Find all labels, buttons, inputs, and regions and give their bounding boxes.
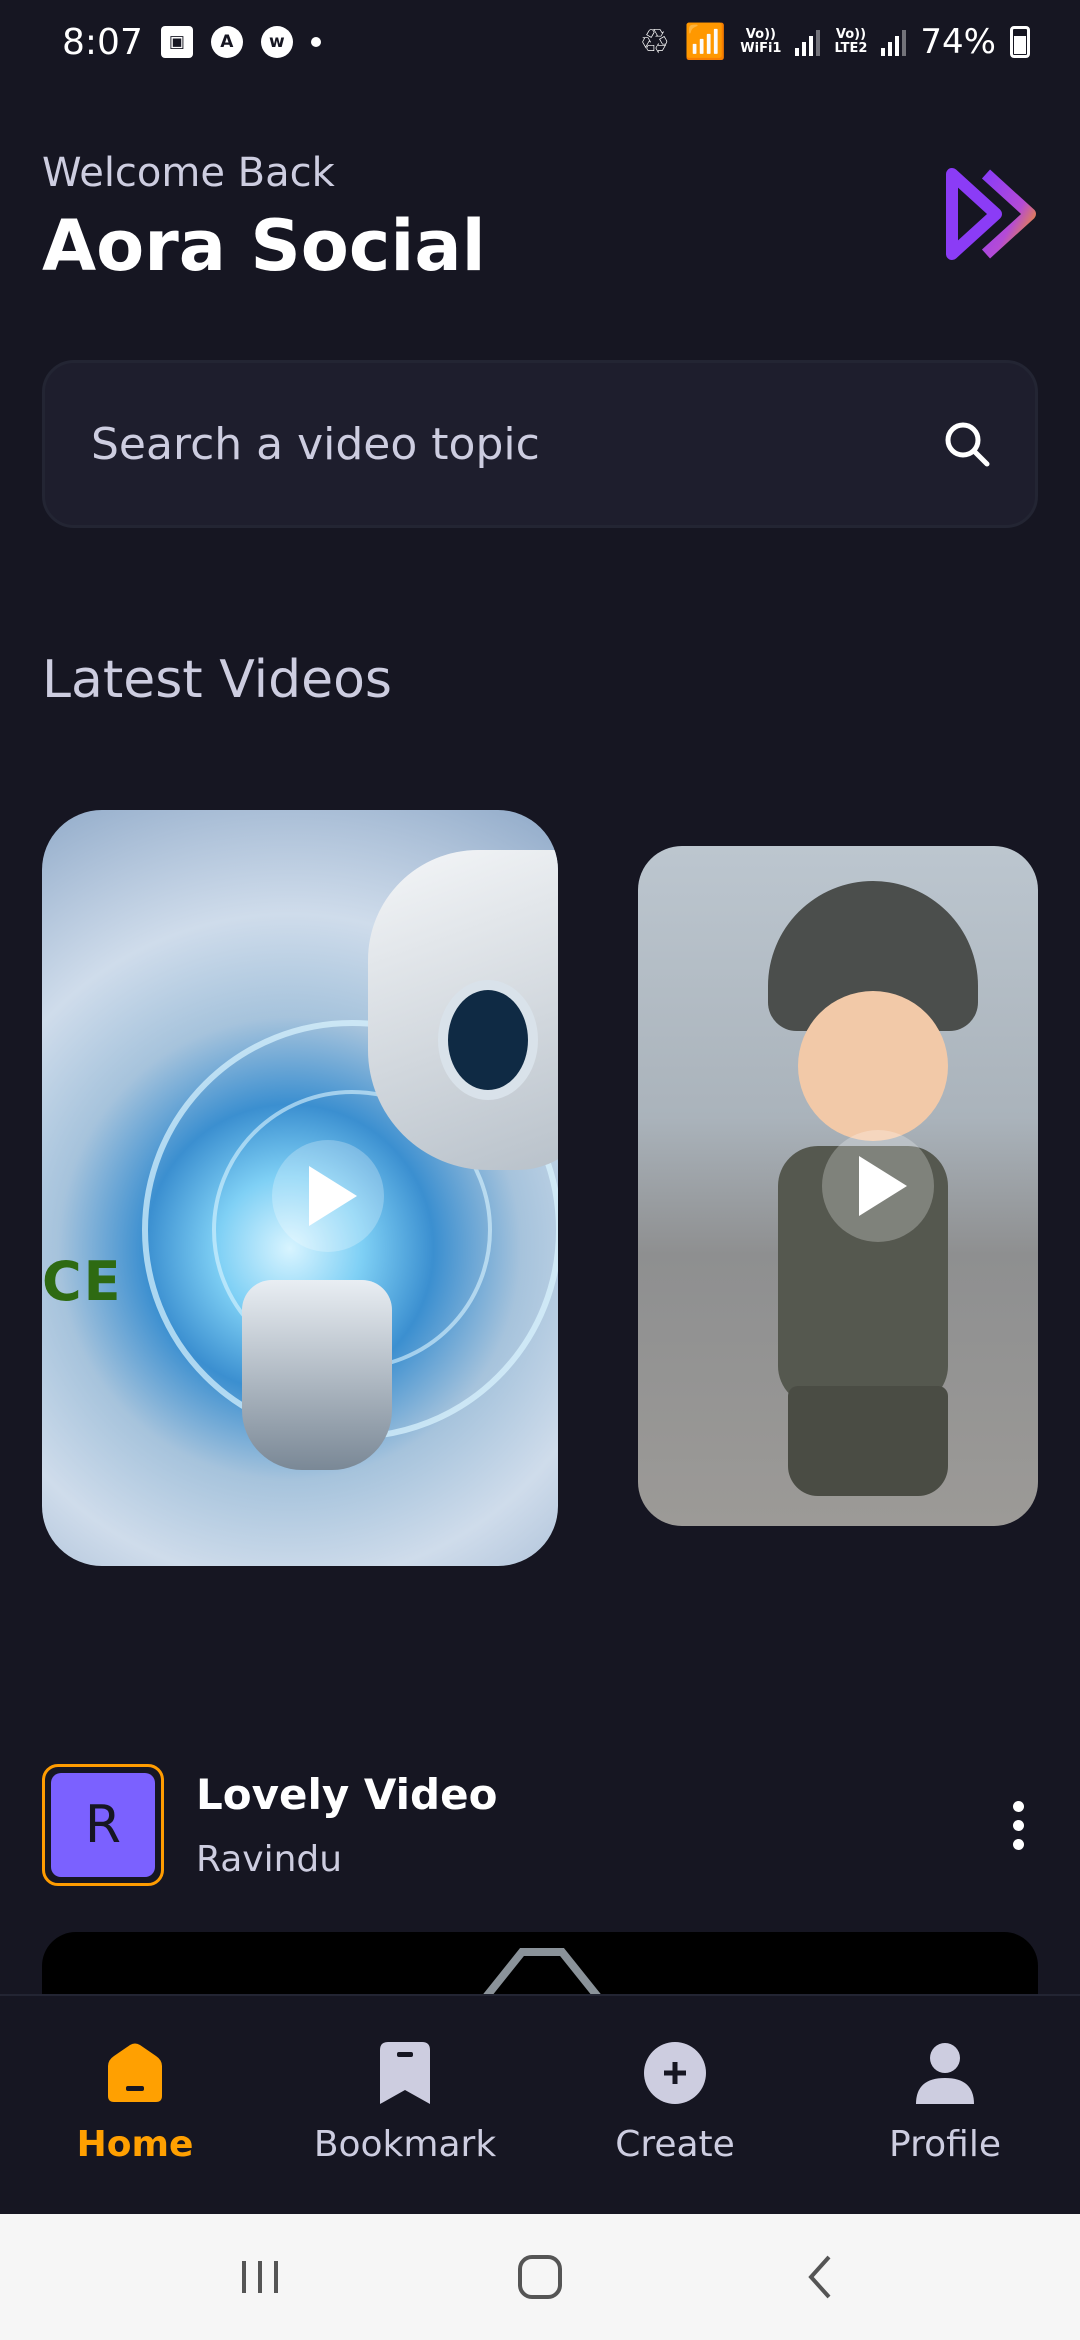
video-meta: Lovely Video Ravindu: [196, 1770, 998, 1880]
tab-create-label: Create: [615, 2124, 735, 2165]
aora-logo: [946, 168, 1036, 260]
avatar-letter: R: [51, 1773, 155, 1877]
signal-1-icon: [795, 28, 821, 56]
system-nav-bar: [0, 2214, 1080, 2340]
home-button[interactable]: [505, 2242, 575, 2312]
avatar[interactable]: R: [42, 1764, 164, 1886]
welcome-text: Welcome Back: [42, 150, 335, 196]
latest-videos-carousel[interactable]: CE: [0, 800, 1080, 1600]
soldier-legs-image: [788, 1386, 948, 1496]
video-card-soldier[interactable]: [638, 846, 1038, 1526]
thumbnail-edge-text: CE: [42, 1250, 123, 1313]
tab-home[interactable]: Home: [0, 1996, 270, 2214]
bottom-tab-bar: Home Bookmark Create Profile: [0, 1994, 1080, 2214]
video-title: Lovely Video: [196, 1770, 498, 1819]
back-button[interactable]: [785, 2242, 855, 2312]
status-right: ♲ 📶 Vo)) WiFi1 Vo)) LTE2 74%: [639, 22, 1030, 62]
gallery-icon: ▣: [160, 26, 193, 58]
tab-profile-label: Profile: [889, 2124, 1001, 2165]
soldier-face-image: [798, 991, 948, 1141]
more-options-icon[interactable]: [998, 1795, 1038, 1855]
robot-hand-image: [242, 1280, 392, 1470]
back-chevron-icon: [808, 2255, 831, 2299]
latest-videos-title: Latest Videos: [42, 650, 393, 710]
tab-create[interactable]: Create: [540, 1996, 810, 2214]
tab-home-label: Home: [76, 2124, 194, 2165]
tab-bookmark-label: Bookmark: [313, 2124, 497, 2165]
app-notification-icon: A: [210, 26, 243, 58]
tab-profile[interactable]: Profile: [810, 1996, 1080, 2214]
network-1-label: Vo)) WiFi1: [740, 27, 782, 56]
search-bar: [42, 360, 1038, 528]
recent-apps-button[interactable]: [225, 2242, 295, 2312]
search-icon[interactable]: [939, 416, 995, 472]
battery-saver-icon: ♲: [639, 22, 670, 62]
status-bar: 8:07 ▣ A w ♲ 📶 Vo)) WiFi1 Vo)) LTE2 74%: [0, 0, 1080, 84]
video-item: R Lovely Video Ravindu: [42, 1764, 1038, 1886]
robot-eye-image: [438, 980, 538, 1100]
page-title: Aora Social: [42, 205, 486, 287]
recent-apps-icon: [242, 2261, 278, 2293]
status-time: 8:07: [62, 21, 143, 63]
play-icon[interactable]: [822, 1130, 934, 1242]
play-icon[interactable]: [272, 1140, 384, 1252]
bookmark-icon: [380, 2042, 430, 2104]
more-notifications-icon: [310, 37, 321, 47]
search-input[interactable]: [91, 418, 939, 470]
wifi-icon: 📶: [683, 22, 727, 62]
video-creator: Ravindu: [196, 1839, 343, 1880]
home-icon: [108, 2043, 162, 2102]
network-2-label: Vo)) LTE2: [834, 27, 868, 56]
home-square-icon: [518, 2255, 562, 2299]
battery-icon: [1010, 26, 1030, 58]
tab-bookmark[interactable]: Bookmark: [270, 1996, 540, 2214]
video-card-robot[interactable]: CE: [42, 810, 558, 1566]
signal-2-icon: [881, 28, 907, 56]
status-left: 8:07 ▣ A w: [62, 22, 321, 63]
battery-percent: 74%: [920, 22, 996, 62]
wow-icon: w: [260, 26, 293, 58]
profile-icon: [916, 2043, 974, 2104]
plus-circle-icon: [644, 2042, 706, 2104]
